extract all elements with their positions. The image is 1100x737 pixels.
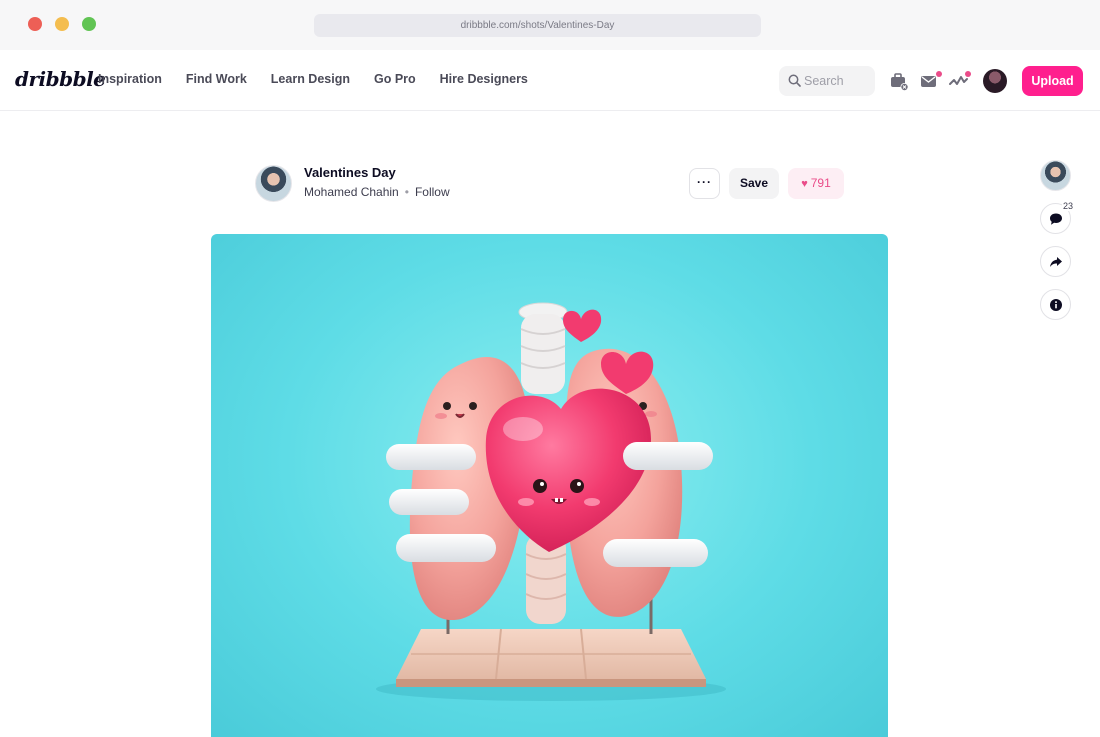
save-button[interactable]: Save <box>729 168 779 199</box>
shot-image[interactable] <box>211 234 888 737</box>
comment-icon <box>1050 213 1062 225</box>
follow-link[interactable]: Follow <box>415 185 450 199</box>
info-icon <box>1050 299 1062 311</box>
nav-link-find-work[interactable]: Find Work <box>186 72 247 86</box>
search-input[interactable] <box>804 66 872 96</box>
like-count: 791 <box>810 176 831 190</box>
messages-icon[interactable] <box>919 70 942 92</box>
upload-button[interactable]: Upload <box>1022 66 1083 96</box>
like-button[interactable]: ♥ 791 <box>788 168 844 199</box>
author-avatar[interactable] <box>255 165 292 202</box>
main-nav: Inspiration Find Work Learn Design Go Pr… <box>98 72 552 86</box>
rail-author-avatar[interactable] <box>1040 160 1071 191</box>
shot-meta: Mohamed Chahin • Follow <box>304 185 450 199</box>
more-options-button[interactable]: ··· <box>689 168 720 199</box>
nav-link-inspiration[interactable]: Inspiration <box>98 72 162 86</box>
lungs-heart-illustration <box>376 302 726 701</box>
share-button[interactable] <box>1040 246 1071 277</box>
maximize-window-button[interactable] <box>82 17 96 31</box>
user-avatar[interactable] <box>983 69 1007 93</box>
address-bar[interactable]: dribbble.com/shots/Valentines-Day <box>314 14 761 37</box>
heart-icon: ♥ <box>801 178 808 190</box>
info-button[interactable] <box>1040 289 1071 320</box>
author-name-link[interactable]: Mohamed Chahin <box>304 185 399 199</box>
close-window-button[interactable] <box>28 17 42 31</box>
nav-link-go-pro[interactable]: Go Pro <box>374 72 416 86</box>
comments-count: 23 <box>1062 201 1075 211</box>
share-icon <box>1050 257 1062 267</box>
messages-badge <box>936 71 942 77</box>
minimize-window-button[interactable] <box>55 17 69 31</box>
site-header: dribbble Inspiration Find Work Learn Des… <box>0 50 1100 111</box>
search-box[interactable] <box>779 66 875 96</box>
search-icon <box>788 74 801 87</box>
browser-chrome: dribbble.com/shots/Valentines-Day <box>0 0 1100 50</box>
nav-link-learn-design[interactable]: Learn Design <box>271 72 350 86</box>
meta-separator: • <box>404 185 409 199</box>
jobs-briefcase-icon[interactable] <box>889 70 911 92</box>
shot-title: Valentines Day <box>304 165 396 180</box>
dribbble-logo[interactable]: dribbble <box>15 67 106 91</box>
nav-link-hire-designers[interactable]: Hire Designers <box>440 72 528 86</box>
activity-badge <box>965 71 971 77</box>
activity-icon[interactable] <box>948 70 971 92</box>
